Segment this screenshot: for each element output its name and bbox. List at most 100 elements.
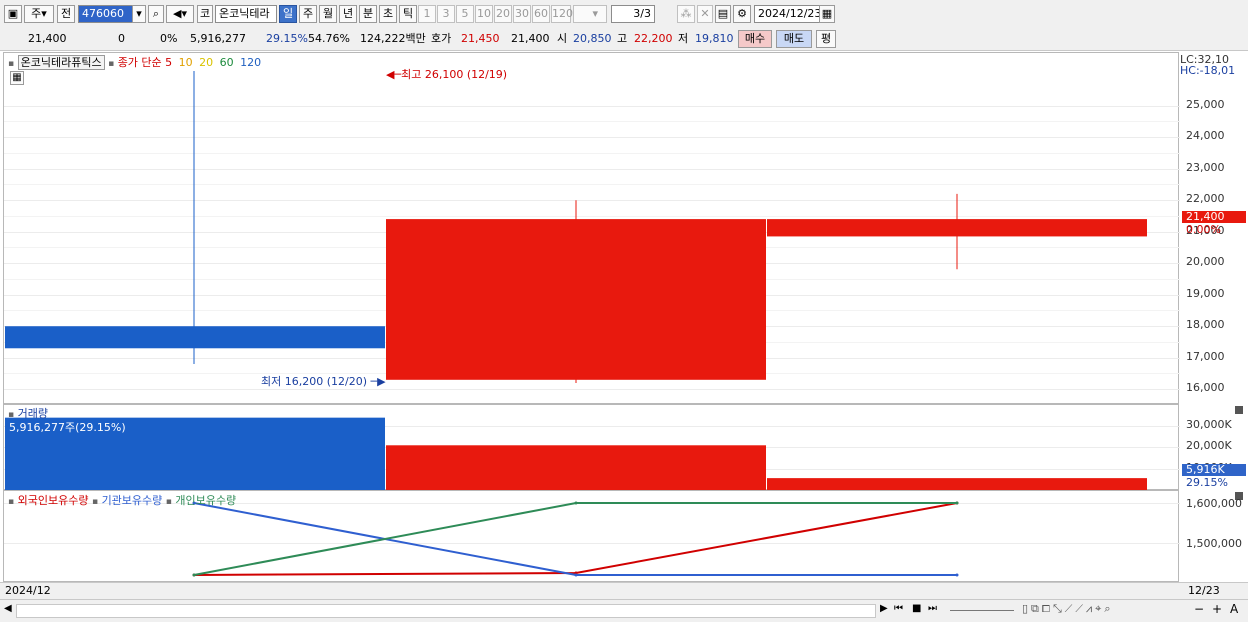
speaker-icon[interactable]: ◀▾ <box>166 5 194 23</box>
high-annotation: ◀─최고 26,100 (12/19) <box>386 66 507 82</box>
arrow-right-icon: ─▶ <box>367 375 386 388</box>
ma-60[interactable]: 60 <box>220 56 234 69</box>
ma-120[interactable]: 120 <box>240 56 261 69</box>
legend-institution[interactable]: 기관보유수량 <box>102 494 163 507</box>
interval-30[interactable]: 30 <box>513 5 531 23</box>
volume-bar <box>767 478 1147 490</box>
legend-foreign[interactable]: 외국인보유수량 <box>18 494 89 507</box>
candle-body <box>386 219 766 380</box>
price-tick-label: 20,000 <box>1186 255 1225 269</box>
top-toolbar: ▣ 주▾ 전 476060 ▾ ⌕ ◀▾ 코 온코닉테라 일 주 월 년 분 초… <box>0 0 1248 29</box>
zoom-in-icon[interactable]: + <box>1212 602 1222 616</box>
arrow-left-icon: ◀─ <box>386 68 402 81</box>
high-label: 고 <box>617 32 628 45</box>
table-icon[interactable]: ▦ <box>10 71 24 85</box>
scroll-left-icon[interactable]: ◀ <box>4 603 12 614</box>
save-icon[interactable]: ▤ <box>715 5 731 23</box>
page-indicator: 3/3 <box>611 5 655 23</box>
prev-button[interactable]: 전 <box>57 5 75 23</box>
gear-icon[interactable]: ⚙ <box>733 5 751 23</box>
last-price-tag: 21,400 <box>1182 211 1246 223</box>
interval-10[interactable]: 10 <box>475 5 493 23</box>
ko-button[interactable]: 코 <box>197 5 213 23</box>
candle-body <box>767 219 1147 237</box>
interval-120[interactable]: 120 <box>551 5 573 23</box>
fast-forward-icon[interactable]: ⏭ <box>928 603 937 614</box>
calendar-icon[interactable]: ▦ <box>819 5 835 23</box>
last-change-tag: 0.00% <box>1186 223 1221 236</box>
stock-tag[interactable]: 온코닉테라퓨틱스 <box>17 55 105 70</box>
volume-tick-label: 20,000K <box>1186 439 1232 453</box>
open-value: 20,850 <box>573 32 612 45</box>
link-icon[interactable]: ⁂ <box>677 5 695 23</box>
interval-1[interactable]: 1 <box>418 5 436 23</box>
buy-button[interactable]: 매수 <box>738 30 772 48</box>
text-tool-icon[interactable]: A <box>1230 602 1238 616</box>
volume-label: 5,916,277주(29.15%) <box>9 421 126 434</box>
tab-year[interactable]: 년 <box>339 5 357 23</box>
crosshair-icon[interactable]: ✕ <box>697 5 713 23</box>
last-volume-tag: 5,916K <box>1182 464 1246 476</box>
market-select[interactable]: 주▾ <box>24 5 54 23</box>
tab-tick[interactable]: 틱 <box>399 5 417 23</box>
ratio-percent: 54.76% <box>308 32 350 45</box>
high-value: 22,200 <box>634 32 673 45</box>
volume-value: 5,916,277 <box>190 32 246 45</box>
layout-icon[interactable]: ▣ <box>4 5 22 23</box>
hoga-label: 호가 <box>431 32 452 45</box>
tab-minute[interactable]: 분 <box>359 5 377 23</box>
holdings-point <box>955 573 959 577</box>
date-input[interactable]: 2024/12/23 <box>754 5 820 23</box>
holdings-point <box>574 501 578 505</box>
x-axis-bar: 2024/12 12/23 <box>0 582 1248 600</box>
legend-marker-icon: ▪ <box>8 59 15 69</box>
legend-individual[interactable]: 개인보유수량 <box>175 494 236 507</box>
volume-axis: 30,000K20,000K10,000K 5,916K 29.15% <box>1180 404 1248 490</box>
legend-marker-icon: ▪ <box>165 497 172 507</box>
volume-chart <box>5 417 1147 490</box>
ma-5[interactable]: 5 <box>165 56 172 69</box>
market-label: 주 <box>31 7 42 20</box>
candle-body <box>5 326 385 349</box>
tab-day[interactable]: 일 <box>279 5 297 23</box>
low-annotation: 최저 16,200 (12/20) ─▶ <box>261 373 386 389</box>
holdings-series-line <box>193 502 957 576</box>
high-annotation-text: 최고 26,100 (12/19) <box>401 68 508 81</box>
interval-20[interactable]: 20 <box>494 5 512 23</box>
ma-label[interactable]: 종가 단순 <box>118 56 162 69</box>
interval-5[interactable]: 5 <box>456 5 474 23</box>
hc-label: HC:-18,01 <box>1180 64 1236 77</box>
minimize-icon[interactable] <box>1235 406 1243 414</box>
eval-button[interactable]: 평 <box>816 30 836 48</box>
holdings-series-line <box>193 502 958 576</box>
sell-button[interactable]: 매도 <box>776 30 812 48</box>
price-tick-label: 18,000 <box>1186 318 1225 332</box>
scrollbar-track[interactable] <box>16 604 876 618</box>
current-price: 21,400 <box>28 32 67 45</box>
low-label: 저 <box>678 32 689 45</box>
scroll-right-icon[interactable]: ▶ <box>880 603 888 614</box>
interval-3[interactable]: 3 <box>437 5 455 23</box>
zoom-slider[interactable] <box>950 610 1014 611</box>
holdings-tick-1600000: 1,600,000 <box>1186 497 1242 510</box>
last-volume-pct: 29.15% <box>1186 476 1228 489</box>
zoom-out-icon[interactable]: − <box>1194 602 1204 616</box>
tab-week[interactable]: 주 <box>299 5 317 23</box>
holdings-tick-1500000: 1,500,000 <box>1186 537 1242 550</box>
interval-select[interactable]: ▾ <box>573 5 607 23</box>
rewind-icon[interactable]: ⏮ <box>894 603 903 614</box>
tab-second[interactable]: 초 <box>379 5 397 23</box>
holdings-point <box>955 501 959 505</box>
tab-month[interactable]: 월 <box>319 5 337 23</box>
ma-10[interactable]: 10 <box>179 56 193 69</box>
stop-icon[interactable]: ■ <box>912 603 921 614</box>
search-icon[interactable]: ⌕ <box>148 5 164 23</box>
interval-60[interactable]: 60 <box>532 5 550 23</box>
holdings-panel: ▪ 외국인보유수량 ▪ 기관보유수량 ▪ 개인보유수량 <box>3 490 1180 582</box>
ma-20[interactable]: 20 <box>199 56 213 69</box>
code-dropdown-icon[interactable]: ▾ <box>132 5 146 23</box>
price-tick-label: 19,000 <box>1186 286 1225 300</box>
drawing-tools-icon[interactable]: ▯⧉⧠⤡⟋⟋⩘⌖⌕ <box>1022 602 1114 616</box>
price-legend: ▪ 온코닉테라퓨틱스 ▪ 종가 단순 5 10 20 60 120 <box>8 54 261 70</box>
price-tick-label: 17,000 <box>1186 349 1225 363</box>
